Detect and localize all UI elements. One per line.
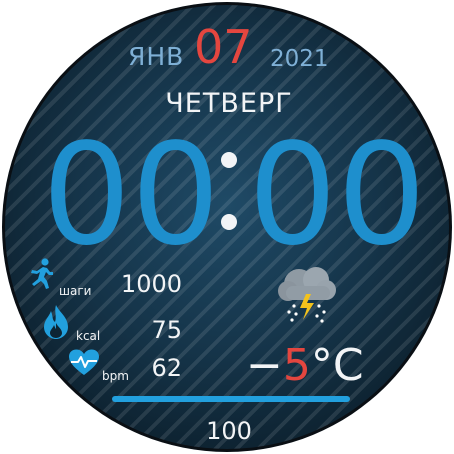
runner-icon [31, 258, 53, 289]
time-minutes: 00 [248, 114, 427, 277]
heart-rate-stat[interactable]: bpm 62 [68, 348, 186, 384]
steps-stat[interactable]: шаги 1000 [26, 258, 186, 298]
battery-level-bar [112, 396, 350, 402]
calories-value: 75 [151, 316, 182, 344]
heart-rate-label: bpm [102, 369, 129, 383]
calories-label: kcal [76, 329, 101, 343]
steps-label: шаги [59, 284, 92, 298]
date-day: 07 [194, 20, 253, 74]
temperature-sign: − [246, 340, 283, 391]
temperature-value: 5 [282, 340, 311, 391]
flame-icon [44, 305, 68, 339]
calories-stat[interactable]: kcal 75 [42, 304, 186, 344]
date-year: 2021 [270, 46, 329, 72]
time-colon-bottom-dot [221, 214, 237, 230]
temperature-readout: −5°C [246, 344, 364, 388]
heart-pulse-icon [69, 349, 99, 375]
temperature-unit: °C [310, 340, 364, 391]
heart-rate-value: 62 [151, 354, 182, 382]
watch-face: ЯНВ 07 2021 ЧЕТВЕРГ 00 00 шаги 1000 kcal… [2, 2, 452, 452]
time-colon-top-dot [221, 152, 237, 168]
time-hours: 00 [42, 114, 221, 277]
thunderstorm-icon[interactable] [274, 264, 340, 326]
battery-value: 100 [206, 417, 252, 445]
date-month: ЯНВ [128, 42, 185, 71]
steps-value: 1000 [120, 270, 182, 298]
